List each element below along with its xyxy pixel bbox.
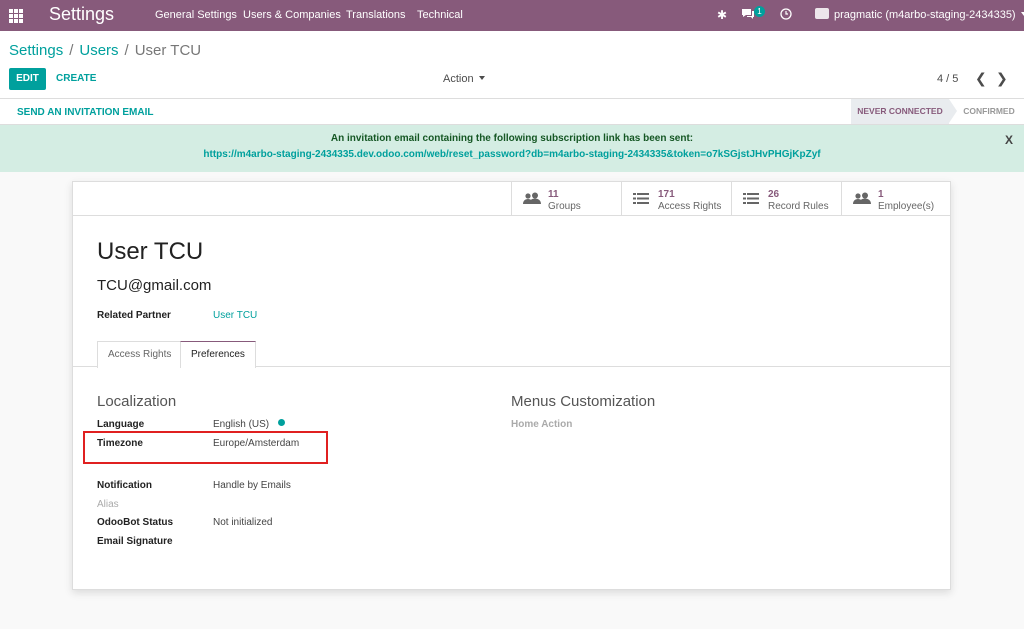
action-dropdown[interactable]: Action	[443, 73, 485, 85]
activity-clock-icon[interactable]	[780, 8, 792, 23]
user-menu[interactable]: pragmatic (m4arbo-staging-2434335)	[815, 8, 1024, 21]
smart-button-label: Access Rights	[658, 201, 722, 212]
smart-button-label: Groups	[548, 201, 581, 212]
smart-button-label: Employee(s)	[878, 201, 935, 212]
user-login[interactable]: TCU@gmail.com	[97, 277, 211, 294]
menu-technical[interactable]: Technical	[417, 9, 463, 21]
globe-icon[interactable]	[278, 419, 286, 426]
smart-button-count: 11	[548, 189, 559, 200]
create-button[interactable]: CREATE	[56, 73, 96, 84]
smart-button-record-rules[interactable]: 26 Record Rules	[731, 182, 841, 215]
odoobot-status-field[interactable]: Not initialized	[213, 517, 272, 528]
breadcrumb-settings[interactable]: Settings	[9, 42, 63, 59]
language-value: English (US)	[213, 419, 270, 430]
form-sheet: 11 Groups 171 Access Rights 26 Record Ru…	[72, 181, 951, 590]
chat-icon[interactable]	[741, 8, 755, 23]
top-navbar: Settings General Settings Users & Compan…	[0, 0, 1024, 31]
smart-button-access-rights[interactable]: 171 Access Rights	[621, 182, 731, 215]
alert-close-button[interactable]: X	[1005, 133, 1013, 147]
users-icon	[853, 192, 871, 207]
stage-confirmed[interactable]: CONFIRMED	[958, 99, 1020, 124]
localization-title: Localization	[97, 393, 177, 410]
odoobot-status-label: OdooBot Status	[97, 517, 174, 528]
stage-never-connected[interactable]: NEVER CONNECTED	[851, 99, 949, 124]
timezone-highlight-box	[83, 431, 328, 464]
breadcrumb-separator: /	[124, 42, 129, 59]
smart-button-count: 171	[658, 189, 675, 200]
form-statusbar: SEND AN INVITATION EMAIL NEVER CONNECTED…	[0, 99, 1024, 125]
pager-value[interactable]: 4 / 5	[937, 73, 958, 85]
chat-badge: 1	[754, 6, 765, 17]
tab-preferences[interactable]: Preferences	[180, 341, 256, 368]
smart-button-count: 26	[768, 189, 780, 200]
chevron-down-icon	[1020, 12, 1024, 16]
email-signature-label: Email Signature	[97, 536, 173, 547]
smart-button-count: 1	[878, 189, 884, 200]
app-brand[interactable]: Settings	[49, 4, 114, 25]
send-invitation-button[interactable]: SEND AN INVITATION EMAIL	[17, 107, 153, 118]
smart-button-label: Record Rules	[768, 201, 829, 212]
menu-translations[interactable]: Translations	[346, 9, 406, 21]
alert-reset-link[interactable]: https://m4arbo-staging-2434335.dev.odoo.…	[0, 149, 1024, 160]
pager-previous-button[interactable]: ❮	[975, 71, 987, 85]
apps-menu-icon[interactable]	[9, 9, 23, 23]
action-dropdown-label: Action	[443, 73, 474, 85]
stage-arrow	[949, 99, 957, 123]
list-icon	[743, 192, 759, 207]
company-avatar-icon	[815, 8, 829, 19]
alias-label: Alias	[97, 499, 119, 510]
home-action-label: Home Action	[511, 419, 573, 430]
edit-button[interactable]: EDIT	[9, 68, 46, 90]
menu-general-settings[interactable]: General Settings	[155, 9, 237, 21]
control-panel: Settings / Users / User TCU EDIT CREATE Acti…	[0, 31, 1024, 99]
language-field[interactable]: English (US)	[213, 419, 286, 430]
related-partner-link[interactable]: User TCU	[213, 310, 257, 321]
invitation-alert: An invitation email containing the follo…	[0, 125, 1024, 172]
notification-field[interactable]: Handle by Emails	[213, 480, 291, 491]
user-name[interactable]: User TCU	[97, 238, 203, 266]
breadcrumb: Settings / Users / User TCU	[9, 42, 201, 59]
form-tabs: Access Rights Preferences	[73, 341, 950, 368]
user-menu-label: pragmatic (m4arbo-staging-2434335)	[834, 9, 1016, 21]
language-label: Language	[97, 419, 145, 430]
users-icon	[523, 192, 541, 207]
smart-button-box: 11 Groups 171 Access Rights 26 Record Ru…	[73, 182, 950, 216]
list-icon	[633, 192, 649, 207]
related-partner-label: Related Partner	[97, 310, 171, 321]
chevron-down-icon	[478, 76, 485, 80]
breadcrumb-current: User TCU	[134, 42, 202, 59]
breadcrumb-users[interactable]: Users	[79, 42, 118, 59]
alert-message: An invitation email containing the follo…	[330, 133, 694, 144]
tab-access-rights[interactable]: Access Rights	[97, 341, 183, 368]
menu-users-companies[interactable]: Users & Companies	[243, 9, 341, 21]
pager-next-button[interactable]: ❯	[996, 71, 1008, 85]
smart-button-groups[interactable]: 11 Groups	[511, 182, 621, 215]
menus-customization-title: Menus Customization	[511, 393, 656, 410]
breadcrumb-separator: /	[69, 42, 74, 59]
smart-button-employees[interactable]: 1 Employee(s)	[841, 182, 951, 215]
notification-label: Notification	[97, 480, 152, 491]
bug-icon[interactable]: ✱	[717, 8, 727, 22]
